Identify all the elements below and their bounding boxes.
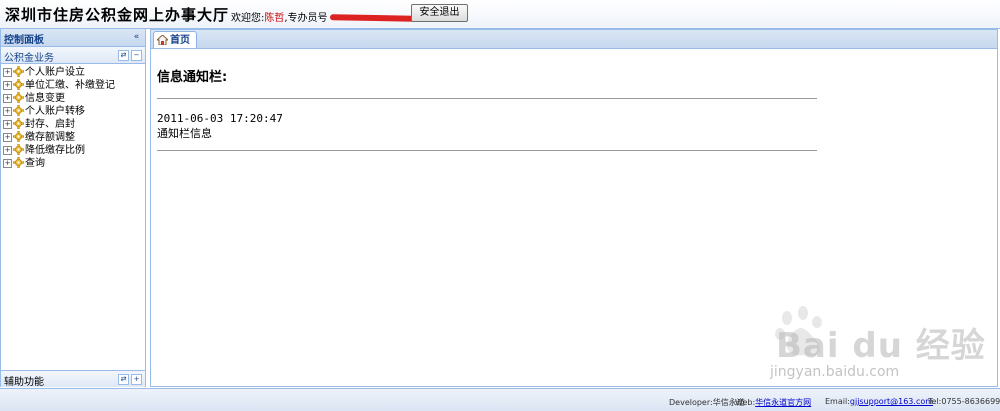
developer-label: Developer:华信永道 bbox=[669, 398, 745, 407]
email-link[interactable]: gjjsupport@163.com bbox=[850, 397, 933, 406]
notice-body: 通知栏信息 bbox=[157, 127, 212, 140]
welcome-prefix: 欢迎您: bbox=[231, 13, 265, 24]
auxiliary-section-title: 辅助功能 bbox=[4, 377, 44, 388]
control-panel-title: 控制面板 bbox=[4, 35, 44, 46]
gear-folder-icon bbox=[13, 156, 24, 168]
user-name: 陈哲 bbox=[264, 13, 285, 24]
minus-icon[interactable]: − bbox=[131, 50, 142, 61]
expand-icon[interactable]: + bbox=[3, 106, 12, 116]
sidebar: 控制面板 « 公积金业务 ⇄ − + 个人账户设立 + 单位汇缴、补缴登记 + 信息变更 +… bbox=[0, 29, 146, 388]
gear-folder-icon bbox=[13, 65, 24, 77]
tree-item-label: 降低缴存比例 bbox=[25, 145, 85, 156]
business-tree: + 个人账户设立 + 单位汇缴、补缴登记 + 信息变更 + 个人账户转移 + 封存、启封 + 缴存额调… bbox=[1, 64, 145, 170]
email-label: Email:gjjsupport@163.com bbox=[825, 397, 933, 406]
watermark-brand: Bai du 经验 bbox=[776, 326, 986, 366]
gear-folder-icon bbox=[13, 104, 24, 116]
home-icon bbox=[157, 35, 168, 45]
tab-bar: 首页 bbox=[151, 30, 997, 49]
tree-item[interactable]: + 个人账户设立 bbox=[3, 65, 145, 79]
tab-home[interactable]: 首页 bbox=[153, 31, 197, 48]
tree-item-label: 单位汇缴、补缴登记 bbox=[25, 80, 115, 91]
expand-icon[interactable]: + bbox=[3, 80, 12, 90]
divider bbox=[157, 98, 817, 99]
phone-label: Tel:0755-86366999 bbox=[928, 397, 1000, 406]
tree-item[interactable]: + 个人账户转移 bbox=[3, 104, 145, 118]
expand-icon[interactable]: + bbox=[3, 158, 12, 168]
gear-folder-icon bbox=[13, 91, 24, 103]
tree-item[interactable]: + 缴存额调整 bbox=[3, 130, 145, 144]
redacted-operator-id bbox=[329, 14, 416, 22]
collapse-sidebar-button[interactable]: « bbox=[131, 32, 142, 43]
refresh-icon[interactable]: ⇄ bbox=[118, 50, 129, 61]
auxiliary-section-header[interactable]: 辅助功能 ⇄ + bbox=[1, 370, 145, 388]
tree-item-label: 缴存额调整 bbox=[25, 132, 75, 143]
tree-item[interactable]: + 信息变更 bbox=[3, 91, 145, 105]
control-panel-header: 控制面板 « bbox=[1, 29, 145, 47]
expand-icon[interactable]: + bbox=[3, 67, 12, 77]
gear-folder-icon bbox=[13, 78, 24, 90]
refresh-icon[interactable]: ⇄ bbox=[118, 374, 129, 385]
email-label-text: Email: bbox=[825, 397, 850, 406]
footer: Developer:华信永道 Web:华信永道官方网 Email:gjjsupp… bbox=[0, 388, 1000, 411]
plus-icon[interactable]: + bbox=[131, 374, 142, 385]
web-label-text: Web: bbox=[735, 398, 756, 407]
operator-label: ,专办员号 bbox=[284, 13, 328, 24]
tree-item[interactable]: + 封存、启封 bbox=[3, 117, 145, 131]
notice-timestamp: 2011-06-03 17:20:47 bbox=[157, 112, 283, 125]
tree-item-label: 个人账户转移 bbox=[25, 106, 85, 117]
tree-item-label: 封存、启封 bbox=[25, 119, 75, 130]
business-section-title: 公积金业务 bbox=[4, 53, 54, 64]
gear-folder-icon bbox=[13, 130, 24, 142]
tree-item-label: 个人账户设立 bbox=[25, 67, 85, 78]
tab-home-label: 首页 bbox=[170, 35, 190, 46]
expand-icon[interactable]: + bbox=[3, 119, 12, 129]
watermark-url: jingyan.baidu.com bbox=[770, 364, 900, 380]
divider bbox=[157, 150, 817, 151]
web-link[interactable]: 华信永道官方网 bbox=[755, 398, 811, 407]
gear-folder-icon bbox=[13, 143, 24, 155]
web-label: Web:华信永道官方网 bbox=[735, 397, 811, 408]
welcome-text: 欢迎您:陈哲,专办员号 bbox=[231, 9, 416, 24]
business-section-header[interactable]: 公积金业务 ⇄ − bbox=[1, 47, 145, 64]
logout-button[interactable]: 安全退出 bbox=[411, 4, 468, 22]
expand-icon[interactable]: + bbox=[3, 132, 12, 142]
baidu-watermark: Bai du 经验 jingyan.baidu.com bbox=[770, 304, 985, 384]
tree-item-label: 查询 bbox=[25, 158, 45, 169]
tree-item[interactable]: + 查询 bbox=[3, 156, 145, 170]
notice-title: 信息通知栏: bbox=[157, 70, 228, 85]
tree-item[interactable]: + 降低缴存比例 bbox=[3, 143, 145, 157]
expand-icon[interactable]: + bbox=[3, 145, 12, 155]
tree-item-label: 信息变更 bbox=[25, 93, 65, 104]
top-header: 深圳市住房公积金网上办事大厅 欢迎您:陈哲,专办员号 安全退出 bbox=[0, 0, 1000, 29]
gear-folder-icon bbox=[13, 117, 24, 129]
expand-icon[interactable]: + bbox=[3, 93, 12, 103]
site-title: 深圳市住房公积金网上办事大厅 bbox=[5, 6, 230, 24]
tree-item[interactable]: + 单位汇缴、补缴登记 bbox=[3, 78, 145, 92]
